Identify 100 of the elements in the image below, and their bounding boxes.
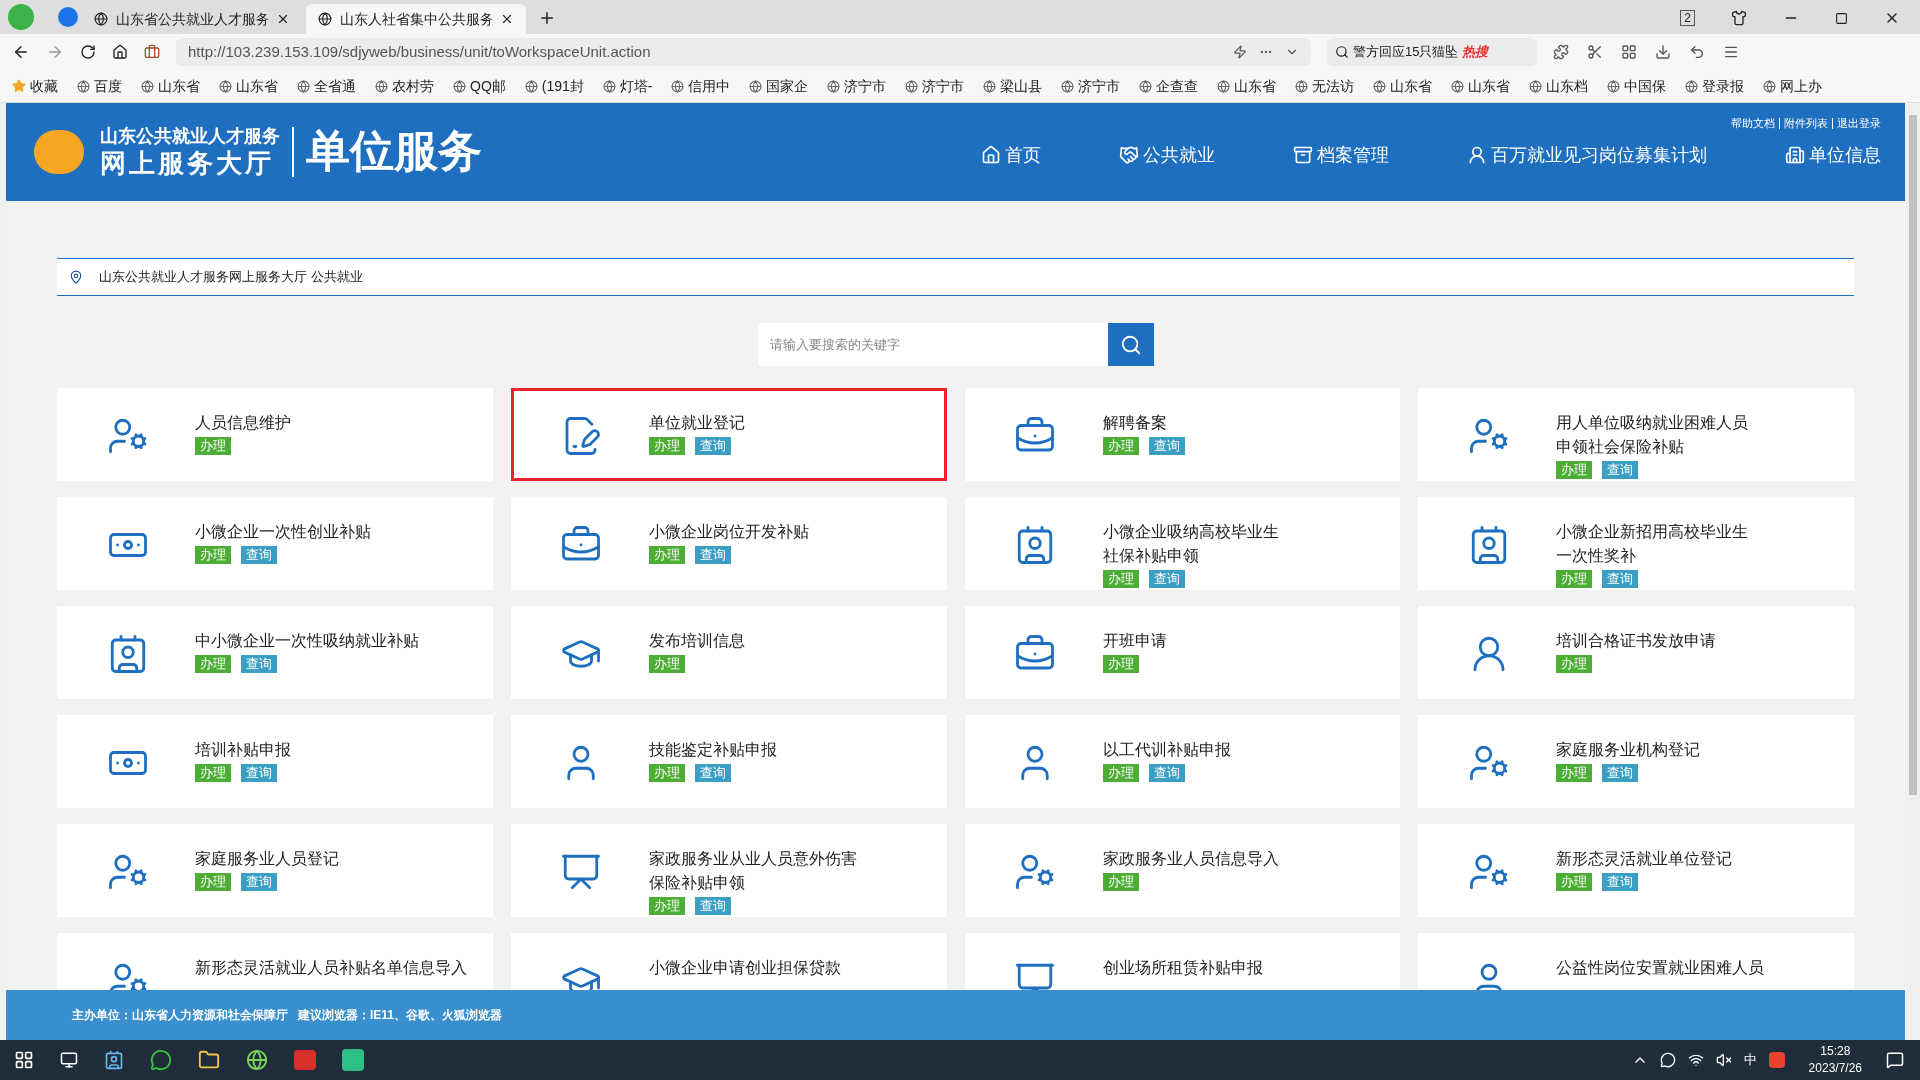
bookmark-item[interactable]: 信用中 (671, 75, 731, 97)
scrollbar[interactable] (1905, 103, 1920, 1040)
service-title: 一次性奖补 (1556, 546, 1638, 566)
forward-icon[interactable] (46, 43, 64, 61)
bookmark-item[interactable]: 山东省 (141, 75, 200, 97)
bookmark-item[interactable]: 企查查 (1139, 75, 1199, 97)
bookmark-item[interactable]: 梁山县 (983, 75, 1043, 97)
service-card[interactable]: 创业场所租赁补贴申报 (964, 933, 1401, 990)
input-method-label[interactable]: 中 (1743, 1050, 1757, 1070)
lightning-icon[interactable] (1233, 45, 1247, 59)
service-card[interactable]: 公益性岗位安置就业困难人员 (1418, 933, 1854, 990)
chat-app-icon[interactable] (150, 1049, 172, 1071)
skin-icon[interactable] (1731, 10, 1747, 26)
muted-speaker-icon[interactable] (1715, 1052, 1732, 1068)
bookmark-item[interactable]: 全省通 (297, 75, 356, 97)
service-title: 社保补贴申领 (1102, 546, 1200, 566)
bookmark-item[interactable]: 网上办 (1763, 75, 1823, 97)
service-title: 家庭服务业人员登记 (195, 849, 339, 869)
nav-item[interactable]: 档案管理 (1293, 141, 1389, 169)
globe-icon (94, 12, 108, 26)
navigation-icon[interactable] (58, 7, 78, 27)
service-card[interactable]: 培训合格证书发放申请 办理 (1418, 606, 1854, 699)
globe-icon (297, 79, 310, 93)
nav-item[interactable]: 单位信息 (1785, 141, 1881, 169)
globe-icon (1373, 79, 1387, 93)
folder-icon[interactable] (198, 1049, 220, 1071)
person-icon (1467, 145, 1487, 165)
puzzle-icon[interactable] (1553, 44, 1569, 60)
close-icon[interactable] (500, 12, 514, 26)
bookmark-item[interactable]: 中国保 (1607, 75, 1667, 97)
globe-icon (602, 79, 616, 93)
browser-icon[interactable] (246, 1049, 268, 1071)
bookmark-item[interactable]: 山东省 (1373, 75, 1433, 97)
scissors-icon[interactable] (1587, 44, 1603, 60)
reload-icon[interactable] (80, 44, 96, 60)
nav-item[interactable]: 公共就业 (1119, 141, 1215, 169)
service-title: 家政服务业从业人员意外伤害 (648, 849, 857, 869)
service-title: 解聘备案 (1102, 413, 1168, 433)
undo-icon[interactable] (1689, 44, 1705, 60)
service-title: 开班申请 (1102, 631, 1167, 651)
service-card[interactable]: 家政服务业人员信息导入 办理 (964, 824, 1401, 917)
service-card[interactable]: 发布培训信息 办理 (510, 606, 947, 699)
header-link[interactable]: 帮助文档 (1731, 115, 1775, 132)
bookmark-item[interactable]: 农村劳 (375, 75, 434, 97)
chat-tray-icon[interactable] (1659, 1052, 1676, 1068)
header-link[interactable]: 附件列表 (1784, 115, 1828, 132)
network-icon[interactable] (1687, 1052, 1704, 1068)
nav-item[interactable]: 首页 (981, 141, 1041, 169)
menu-icon[interactable] (1723, 44, 1739, 60)
pdf-app-icon[interactable] (342, 1049, 364, 1071)
clock-date[interactable]: 2023/7/26 (1808, 1060, 1862, 1077)
service-card[interactable]: 开班申请 办理 (964, 606, 1401, 699)
service-card[interactable]: 新形态灵活就业人员补贴名单信息导入 (57, 933, 493, 990)
service-card[interactable]: 人员信息维护 办理 (57, 388, 493, 481)
browser-search-field[interactable]: 警方回应15只猫坠 热搜 (1327, 38, 1537, 66)
globe-icon (77, 79, 90, 93)
service-title: 小微企业申请创业担保贷款 (648, 958, 841, 978)
service-title: 人员信息维护 (195, 413, 291, 433)
bookmark-item[interactable]: 灯塔- (602, 75, 653, 97)
nav-item[interactable]: 百万就业见习岗位募集计划 (1467, 141, 1707, 169)
globe-icon (318, 12, 332, 26)
bookmark-item[interactable]: 山东省 (1451, 75, 1511, 97)
header-link[interactable]: 退出登录 (1837, 115, 1881, 132)
bookmark-item[interactable]: QQ邮 (453, 75, 506, 97)
search-field[interactable]: 请输入要搜索的关键字 (757, 323, 1108, 366)
bookmark-item[interactable]: 山东省 (1217, 75, 1277, 97)
notification-icon[interactable] (1886, 1051, 1904, 1069)
bookmark-item[interactable]: 收藏 (12, 75, 58, 97)
close-icon[interactable] (276, 12, 290, 26)
bookmark-item[interactable]: 济宁市 (1061, 75, 1121, 97)
home-icon[interactable] (112, 44, 128, 60)
bookmark-item[interactable]: 登录报 (1685, 75, 1745, 97)
ime-app-icon[interactable] (1768, 1052, 1785, 1068)
task-view-icon[interactable] (60, 1051, 78, 1069)
service-card[interactable]: 小微企业申请创业担保贷款 (510, 933, 947, 990)
start-icon[interactable] (14, 1050, 34, 1070)
briefcase-icon[interactable] (144, 44, 160, 60)
bookmark-item[interactable]: (191封 (524, 75, 584, 97)
new-tab-icon[interactable] (538, 9, 556, 27)
maximize-icon[interactable] (1835, 11, 1848, 25)
grid-icon[interactable] (1621, 44, 1637, 60)
bookmark-item[interactable]: 无法访 (1295, 75, 1355, 97)
service-title: 小微企业岗位开发补贴 (648, 522, 809, 542)
search-button[interactable] (1107, 323, 1154, 366)
service-title: 以工代训补贴申报 (1102, 740, 1231, 760)
bookmark-item[interactable]: 百度 (77, 75, 122, 97)
bookmark-item[interactable]: 济宁市 (827, 75, 887, 97)
globe-icon (1763, 79, 1777, 93)
bookmark-item[interactable]: 济宁市 (905, 75, 965, 97)
bookmark-item[interactable]: 山东省 (219, 75, 278, 97)
site-logo-icon (34, 130, 84, 174)
handshake-icon (1119, 145, 1139, 165)
download-icon[interactable] (1655, 44, 1671, 60)
back-icon[interactable] (12, 43, 30, 61)
bookmark-item[interactable]: 国家企 (749, 75, 809, 97)
address-field[interactable]: http://103.239.153.109/sdjyweb/business/unit/toWorkspaceUnit.action (176, 38, 1311, 66)
clock-time[interactable]: 15:28 (1820, 1043, 1851, 1060)
app-icon[interactable] (104, 1050, 124, 1070)
bookmark-item[interactable]: 山东档 (1529, 75, 1589, 97)
window-count-badge[interactable]: 2 (1680, 10, 1695, 26)
